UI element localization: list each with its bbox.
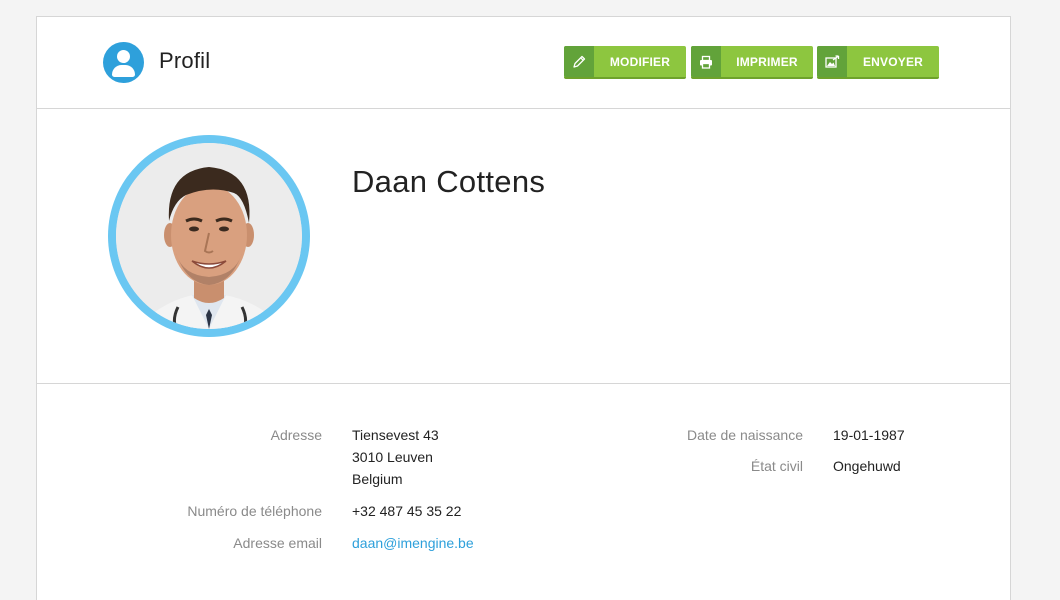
address-line2: 3010 Leuven	[352, 449, 433, 465]
civil-status-value: Ongehuwd	[833, 458, 901, 474]
civil-status-label: État civil	[750, 458, 803, 474]
profile-summary: Daan Cottens	[37, 109, 1010, 384]
page-title: Profil	[159, 48, 211, 73]
modifier-button[interactable]: MODIFIER	[564, 46, 686, 79]
birth-label: Date de naissance	[687, 427, 803, 443]
pencil-icon	[564, 46, 594, 77]
avatar	[108, 135, 310, 337]
address-line3: Belgium	[352, 471, 403, 487]
birth-value: 19-01-1987	[833, 427, 905, 443]
printer-icon	[691, 46, 721, 77]
imprimer-button[interactable]: IMPRIMER	[691, 46, 813, 79]
profile-header: Profil MODIFIER IMPRIMER ENVOYER	[37, 17, 1010, 109]
phone-value: +32 487 45 35 22	[352, 503, 462, 519]
email-label: Adresse email	[233, 535, 322, 551]
user-icon	[103, 42, 144, 83]
profile-card: Profil MODIFIER IMPRIMER ENVOYER Daan Co…	[36, 16, 1011, 600]
address-label: Adresse	[270, 427, 322, 443]
email-link[interactable]: daan@imengine.be	[352, 532, 474, 554]
modifier-button-label: MODIFIER	[609, 54, 671, 69]
envoyer-button[interactable]: ENVOYER	[817, 46, 939, 79]
envoyer-button-label: ENVOYER	[862, 54, 924, 69]
address-line1: Tiensevest 43	[352, 427, 439, 443]
avatar-photo	[116, 143, 302, 329]
phone-label: Numéro de téléphone	[187, 503, 322, 519]
send-image-icon	[817, 46, 847, 77]
imprimer-button-label: IMPRIMER	[736, 54, 798, 69]
profile-name: Daan Cottens	[352, 164, 546, 199]
